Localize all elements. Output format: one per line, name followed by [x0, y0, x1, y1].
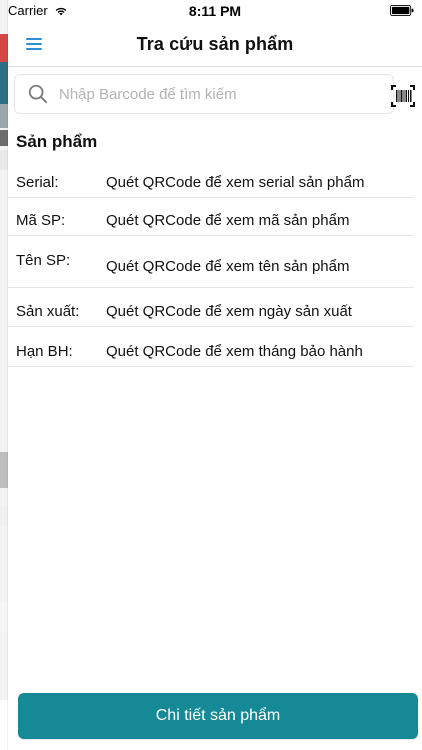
underlay-strip: [0, 452, 8, 488]
status-bar: Carrier 8:11 PM: [8, 0, 422, 22]
menu-button[interactable]: [22, 32, 46, 56]
info-row-product-name: Tên SP: Quét QRCode để xem tên sản phẩm: [8, 236, 414, 288]
status-time: 8:11 PM: [188, 3, 242, 19]
info-label: Tên SP:: [16, 252, 71, 269]
underlay-strip: [0, 506, 8, 526]
info-value: Quét QRCode để xem serial sản phẩm: [106, 174, 365, 191]
product-details-button[interactable]: Chi tiết sản phẩm: [18, 693, 418, 739]
info-value: Quét QRCode để xem mã sản phẩm: [106, 212, 350, 229]
carrier-text: Carrier: [8, 3, 48, 18]
navigation-bar: Tra cứu sản phẩm: [8, 22, 422, 67]
search-bar[interactable]: [14, 74, 394, 114]
page-title: Tra cứu sản phẩm: [136, 33, 294, 54]
barcode-scan-icon[interactable]: [390, 84, 416, 108]
hamburger-icon: [26, 48, 42, 50]
underlay-strip: [0, 130, 8, 146]
underlay-strip: [0, 62, 8, 104]
underlay-strip: [0, 548, 8, 582]
underlay-strip: [0, 602, 8, 632]
status-left: Carrier: [8, 3, 68, 18]
section-title: Sản phẩm: [16, 132, 98, 151]
info-value: Quét QRCode để xem ngày sản xuất: [106, 303, 352, 320]
barcode-search-input[interactable]: [57, 84, 361, 104]
hamburger-icon: [26, 43, 42, 45]
info-row-serial: Serial: Quét QRCode để xem serial sản ph…: [8, 162, 414, 198]
product-info-list: Serial: Quét QRCode để xem serial sản ph…: [8, 162, 414, 367]
underlay-strip: [0, 700, 8, 750]
underlay-strip: [0, 150, 8, 170]
search-icon: [28, 84, 48, 104]
info-label: Hạn BH:: [16, 343, 73, 360]
info-label: Sản xuất:: [16, 303, 80, 320]
info-label: Serial:: [16, 174, 59, 191]
battery-icon: [390, 5, 414, 16]
underlay-strip: [0, 34, 8, 62]
underlay-strip: [0, 104, 8, 128]
hamburger-icon: [26, 38, 42, 40]
info-value: Quét QRCode để xem tên sản phẩm: [106, 258, 350, 275]
info-row-manufactured: Sản xuất: Quét QRCode để xem ngày sản xu…: [8, 288, 414, 327]
info-row-warranty: Hạn BH: Quét QRCode để xem tháng bảo hàn…: [8, 327, 414, 367]
product-lookup-panel: Carrier 8:11 PM Tra cứu sản phẩm Nhập Ba…: [8, 0, 422, 750]
info-label: Mã SP:: [16, 212, 66, 229]
info-value: Quét QRCode để xem tháng bảo hành: [106, 343, 363, 360]
wifi-icon: [55, 7, 67, 15]
info-row-product-code: Mã SP: Quét QRCode để xem mã sản phẩm: [8, 198, 414, 236]
